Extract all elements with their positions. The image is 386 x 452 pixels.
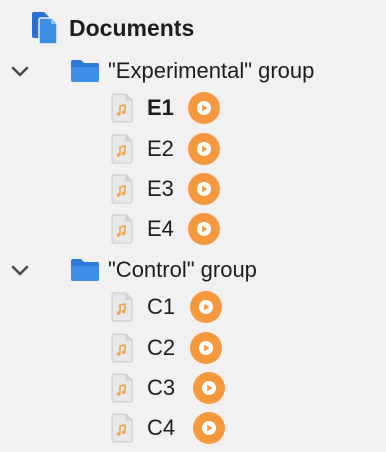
file-label-e3[interactable]: E3 <box>147 175 174 203</box>
audio-file-icon <box>110 292 134 322</box>
file-label-c1[interactable]: C1 <box>147 293 175 321</box>
play-button[interactable] <box>188 213 220 245</box>
audio-file-icon <box>110 93 134 123</box>
audio-file-icon <box>110 333 134 363</box>
audio-file-icon <box>110 174 134 204</box>
play-icon <box>197 142 211 156</box>
play-icon <box>199 341 213 355</box>
play-icon <box>202 381 216 395</box>
file-label-e4[interactable]: E4 <box>147 215 174 243</box>
folder-icon <box>70 58 100 84</box>
play-icon <box>197 222 211 236</box>
audio-file-icon <box>110 214 134 244</box>
play-button[interactable] <box>190 291 222 323</box>
root-title[interactable]: Documents <box>69 13 194 43</box>
chevron-down-icon[interactable] <box>8 261 32 281</box>
audio-file-icon <box>110 134 134 164</box>
group-label-control[interactable]: "Control" group <box>108 256 257 284</box>
documents-stack-icon <box>30 10 62 46</box>
play-button[interactable] <box>193 412 225 444</box>
group-label-experimental[interactable]: "Experimental" group <box>108 57 314 85</box>
folder-icon <box>70 257 100 283</box>
audio-file-icon <box>110 413 134 443</box>
file-label-c3[interactable]: C3 <box>147 374 175 402</box>
play-button[interactable] <box>193 372 225 404</box>
play-button[interactable] <box>188 92 220 124</box>
audio-file-icon <box>110 373 134 403</box>
play-icon <box>197 182 211 196</box>
file-label-c4[interactable]: C4 <box>147 414 175 442</box>
file-label-c2[interactable]: C2 <box>147 334 175 362</box>
play-button[interactable] <box>188 173 220 205</box>
play-icon <box>199 300 213 314</box>
chevron-down-icon[interactable] <box>8 62 32 82</box>
play-icon <box>197 101 211 115</box>
file-label-e1[interactable]: E1 <box>147 94 174 122</box>
file-label-e2[interactable]: E2 <box>147 135 174 163</box>
play-icon <box>202 421 216 435</box>
play-button[interactable] <box>188 133 220 165</box>
play-button[interactable] <box>190 332 222 364</box>
